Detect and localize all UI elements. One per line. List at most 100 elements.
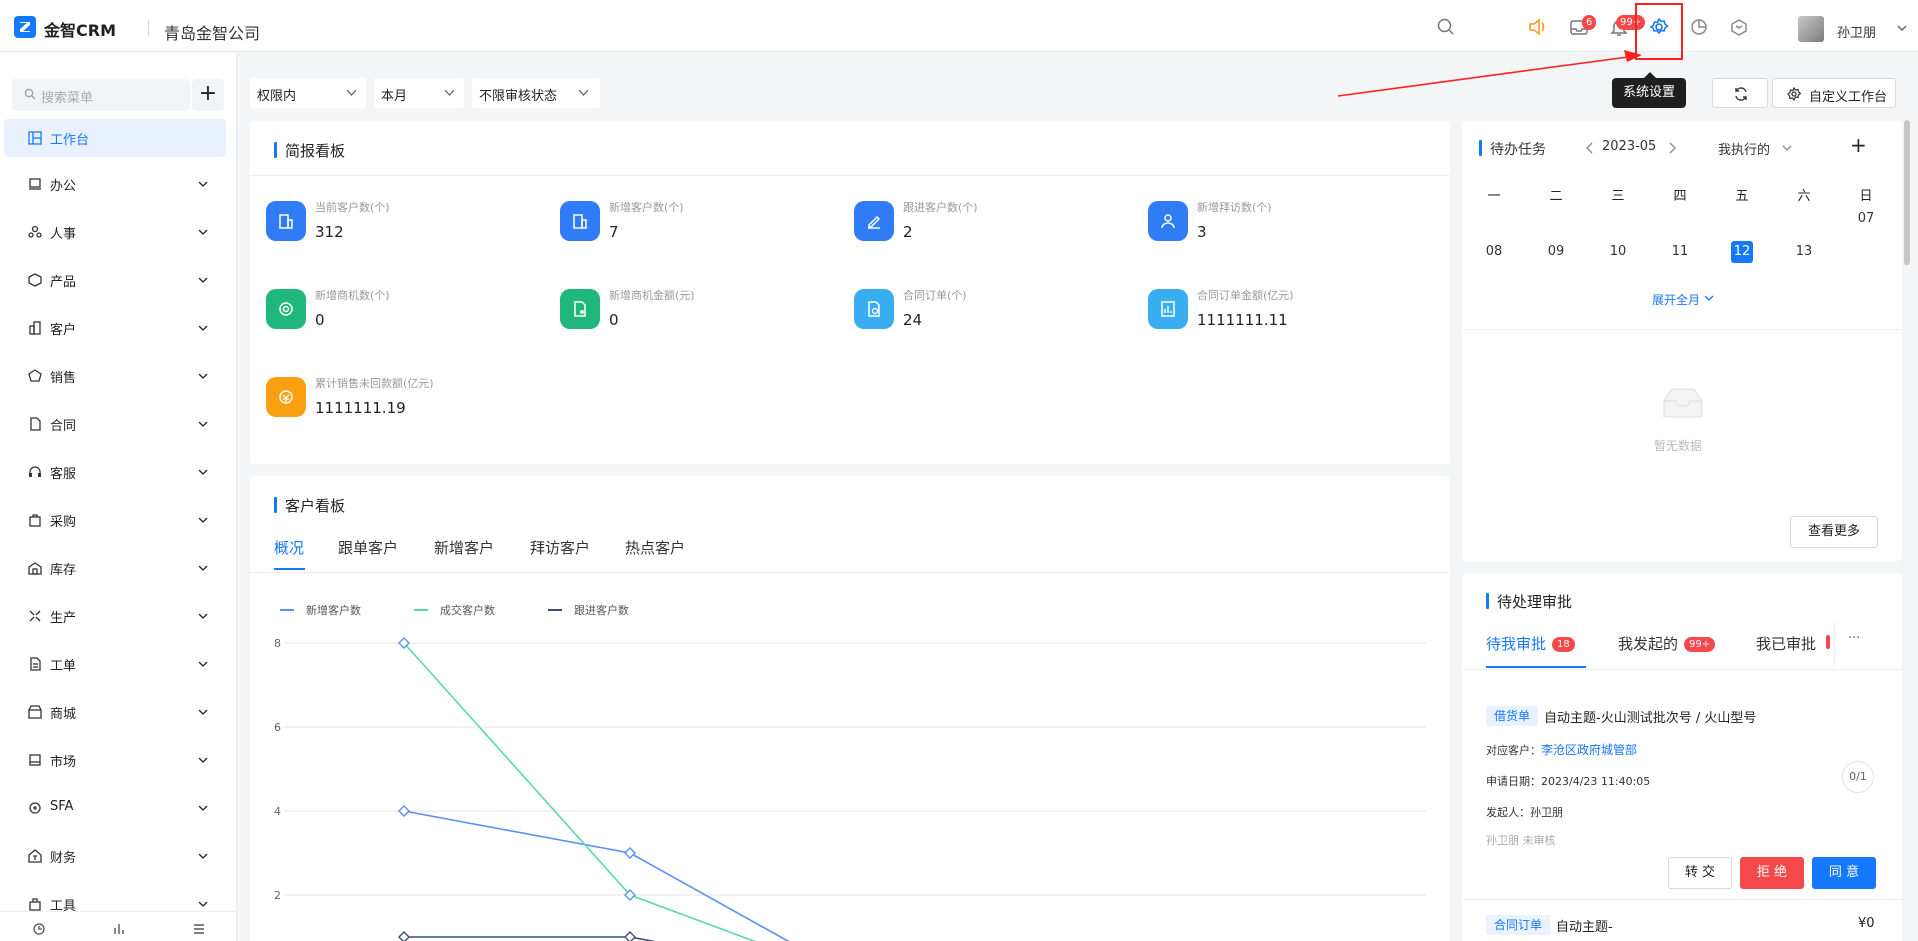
logo-icon (14, 16, 36, 38)
stat-unpaid-sales[interactable]: 累计销售未回款额(亿元) 1111111.19 (266, 375, 526, 419)
right-scrollbar[interactable] (1904, 120, 1910, 265)
tab-tracking-customers[interactable]: 跟单客户 (338, 537, 398, 558)
sidebar-item-hr[interactable]: 人事 (4, 213, 226, 251)
bar-chart-icon (1148, 289, 1188, 329)
sidebar-item-customer[interactable]: 客户 (4, 309, 226, 347)
calendar-day[interactable]: 10 (1603, 241, 1633, 263)
cube-icon[interactable] (1728, 16, 1750, 38)
approval-subject-2[interactable]: 自动主题- (1556, 916, 1613, 935)
calendar-day[interactable]: 09 (1541, 241, 1571, 263)
search-icon[interactable] (1435, 16, 1457, 38)
top-header: 金智CRM 青岛金智公司 6 99+ 孙卫朋 (0, 0, 1918, 52)
sidebar-item-label: 采购 (50, 515, 77, 530)
sidebar-item-sales[interactable]: 销售 (4, 357, 226, 395)
audit-status-select[interactable]: 不限审核状态 (472, 78, 600, 108)
avatar[interactable] (1798, 16, 1824, 42)
dashboard-icon (28, 131, 42, 145)
period-select[interactable]: 本月 (374, 78, 464, 108)
customer-link[interactable]: 李沧区政府城管部 (1541, 743, 1637, 757)
stat-contract-amount[interactable]: 合同订单金额(亿元) 1111111.11 (1148, 287, 1408, 331)
stat-contract-orders[interactable]: 合同订单(个) 24 (854, 287, 1114, 331)
transfer-button[interactable]: 转 交 (1668, 857, 1732, 889)
calendar-day[interactable]: 07 (1851, 208, 1881, 230)
tools-icon (29, 898, 41, 911)
sidebar-item-finance[interactable]: 财务 (4, 837, 226, 875)
sidebar-item-workorder[interactable]: 工单 (4, 645, 226, 683)
calendar-day[interactable]: 13 (1789, 241, 1819, 263)
sidebar-item-label: SFA (50, 799, 74, 814)
weekday-sat: 六 (1797, 189, 1811, 204)
chevron-right-icon[interactable] (1668, 142, 1676, 154)
sidebar-item-dashboard[interactable]: 工作台 (4, 119, 226, 157)
briefing-card: 简报看板 当前客户数(个) 312 新增客户数(个) 7 跟进客户数(个) 2 … (250, 121, 1450, 464)
calendar-day-selected[interactable]: 12 (1731, 241, 1753, 263)
company-name[interactable]: 青岛金智公司 (164, 20, 260, 44)
add-menu-button[interactable]: + (192, 79, 224, 111)
pie-chart-icon[interactable] (1688, 16, 1710, 38)
tab-new-customers[interactable]: 新增客户 (434, 537, 494, 558)
collapse-menu-icon[interactable] (192, 922, 206, 936)
stat-value: 0 (609, 311, 619, 329)
history-icon[interactable] (32, 922, 46, 936)
office-icon (29, 178, 41, 190)
highlight-box (1635, 3, 1683, 60)
empty-box-icon (1663, 388, 1703, 418)
agree-button[interactable]: 同 意 (1812, 857, 1876, 889)
calendar-day[interactable]: 08 (1479, 241, 1509, 263)
chevron-down-icon (198, 181, 208, 188)
customer-icon (29, 321, 41, 335)
pen-icon (854, 201, 894, 241)
sidebar-item-market[interactable]: 市场 (4, 741, 226, 779)
expand-month-link[interactable]: 展开全月 (1652, 291, 1700, 308)
period-select-value: 本月 (381, 89, 408, 104)
tab-pending-my-approval[interactable]: 待我审批 18 (1486, 633, 1575, 654)
username[interactable]: 孙卫朋 (1837, 22, 1876, 41)
stat-new-customers[interactable]: 新增客户数(个) 7 (560, 199, 820, 243)
tab-overview[interactable]: 概况 (274, 537, 304, 558)
stat-opportunity-amount[interactable]: 新增商机金额(元) 0 (560, 287, 820, 331)
sidebar-item-purchase[interactable]: 采购 (4, 501, 226, 539)
todo-filter-select[interactable]: 我执行的 (1718, 139, 1770, 158)
calendar-day[interactable]: 11 (1665, 241, 1695, 263)
stat-new-opportunities[interactable]: 新增商机数(个) 0 (266, 287, 526, 331)
todo-month[interactable]: 2023-05 (1602, 139, 1656, 154)
sidebar-item-label: 产品 (50, 275, 77, 290)
speaker-icon[interactable] (1526, 16, 1548, 38)
sidebar-item-contract[interactable]: 合同 (4, 405, 226, 443)
stat-label: 新增商机金额(元) (609, 289, 695, 302)
stat-current-customers[interactable]: 当前客户数(个) 312 (266, 199, 526, 243)
sidebar-item-inventory[interactable]: 库存 (4, 549, 226, 587)
date-row: 申请日期：2023/4/23 11:40:05 (1486, 775, 1651, 788)
tab-visit-customers[interactable]: 拜访客户 (530, 537, 590, 558)
chevron-down-icon[interactable] (1896, 22, 1908, 38)
more-tabs-button[interactable]: ··· (1848, 631, 1860, 646)
sidebar-item-sfa[interactable]: SFA (4, 789, 226, 827)
chevron-down-icon (198, 853, 208, 860)
scope-select[interactable]: 权限内 (250, 78, 366, 108)
sidebar-item-product[interactable]: 产品 (4, 261, 226, 299)
sidebar-item-service[interactable]: 客服 (4, 453, 226, 491)
tab-approved-by-me[interactable]: 我已审批 (1756, 633, 1824, 654)
tab-initiated-by-me[interactable]: 我发起的 99+ (1618, 633, 1716, 654)
chevron-left-icon[interactable] (1586, 142, 1594, 154)
audit-status-value: 不限审核状态 (479, 89, 558, 104)
sidebar-item-production[interactable]: 生产 (4, 597, 226, 635)
building-icon (266, 201, 306, 241)
sidebar-item-office[interactable]: 办公 (4, 165, 226, 203)
refresh-button[interactable] (1712, 78, 1768, 108)
customize-workspace-button[interactable]: 自定义工作台 (1772, 78, 1896, 108)
add-task-button[interactable]: + (1850, 133, 1867, 157)
tab-hot-customers[interactable]: 热点客户 (625, 537, 685, 558)
stat-followup-customers[interactable]: 跟进客户数(个) 2 (854, 199, 1114, 243)
sidebar-item-mall[interactable]: 商城 (4, 693, 226, 731)
view-more-button[interactable]: 查看更多 (1790, 516, 1878, 548)
scope-select-value: 权限内 (257, 89, 297, 104)
menu-search-input[interactable]: 搜索菜单 (12, 79, 190, 111)
bar-chart-icon[interactable] (112, 922, 126, 936)
stat-label: 合同订单(个) (903, 289, 967, 302)
clipped-badge (1826, 635, 1830, 649)
sidebar-item-label: 销售 (50, 371, 77, 386)
reject-button[interactable]: 拒 绝 (1740, 857, 1804, 889)
stat-new-visits[interactable]: 新增拜访数(个) 3 (1148, 199, 1408, 243)
approval-subject[interactable]: 自动主题-火山测试批次号 / 火山型号 (1544, 707, 1756, 726)
